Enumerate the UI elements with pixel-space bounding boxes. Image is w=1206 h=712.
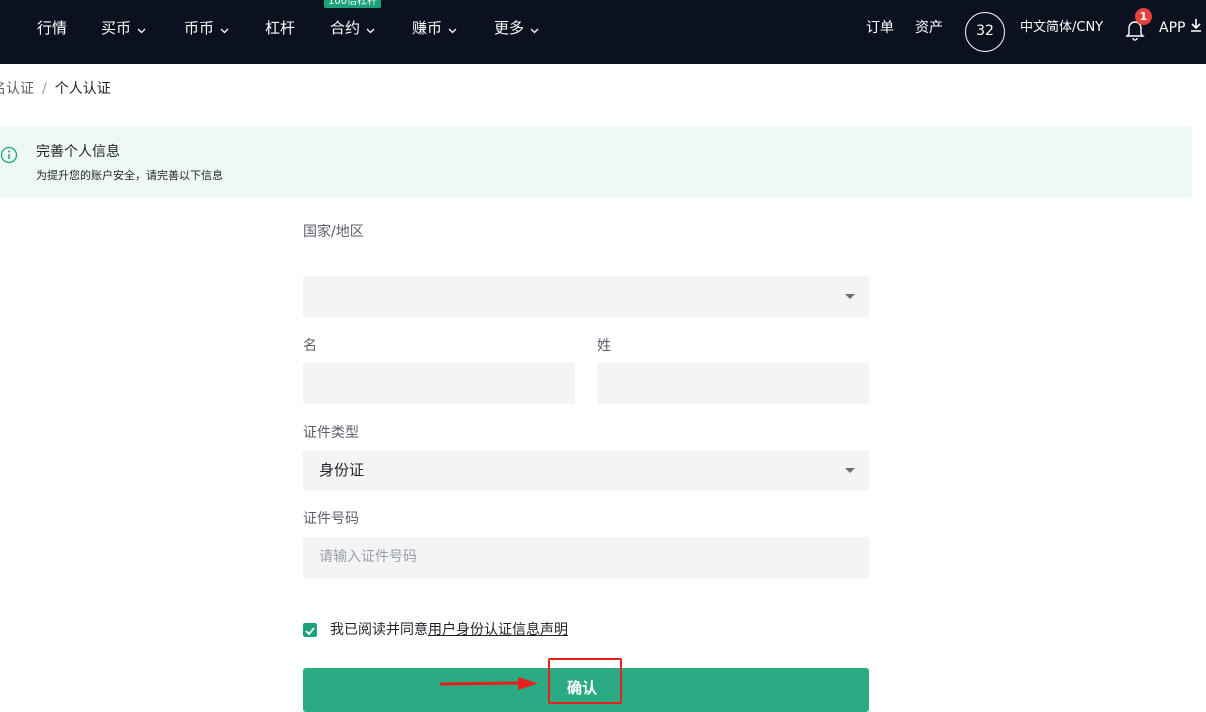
leverage-badge: 100倍杠杆	[324, 0, 382, 8]
language-currency-selector[interactable]: 中文简体/CNY	[1020, 18, 1103, 38]
id-type-select[interactable]: 身份证	[303, 450, 869, 491]
agreement-link[interactable]: 用户身份认证信息声明	[428, 622, 568, 638]
chevron-down-icon	[220, 19, 229, 39]
agreement-prefix: 我已阅读并同意	[330, 622, 428, 638]
country-label: 国家/地区	[303, 224, 364, 240]
first-name-label: 名	[303, 338, 317, 354]
nav-more-label: 更多	[494, 19, 525, 37]
first-name-input[interactable]	[303, 363, 575, 404]
nav-spot[interactable]: 币币	[184, 18, 229, 39]
id-type-label: 证件类型	[303, 425, 359, 441]
chevron-down-icon	[448, 19, 457, 39]
chevron-down-icon	[366, 19, 375, 39]
breadcrumb-current: 个人认证	[54, 81, 111, 97]
nav-spot-label: 币币	[184, 19, 215, 37]
app-download[interactable]: APP	[1159, 18, 1202, 38]
id-type-value: 身份证	[319, 461, 365, 479]
chevron-down-icon	[530, 19, 539, 39]
last-name-label: 姓	[597, 338, 611, 354]
agreement-text: 我已阅读并同意用户身份认证信息声明	[330, 621, 568, 639]
top-navbar: 行情 买币 币币 杠杆 100倍杠杆 合约 赚币 更多 订单 资产 32 中文简…	[0, 0, 1206, 64]
nav-more[interactable]: 更多	[494, 18, 539, 39]
download-icon	[1190, 18, 1202, 38]
alert-description: 为提升您的账户安全，请完善以下信息	[36, 169, 223, 182]
chevron-down-icon	[137, 19, 146, 39]
app-download-label: APP	[1159, 20, 1186, 36]
nav-assets[interactable]: 资产	[915, 18, 943, 38]
caret-down-icon	[845, 294, 855, 299]
user-avatar[interactable]: 32	[965, 12, 1005, 52]
info-alert	[0, 126, 1192, 198]
annotation-highlight-box	[548, 658, 622, 704]
nav-buy-crypto-label: 买币	[101, 19, 132, 37]
nav-market[interactable]: 行情	[37, 18, 67, 38]
nav-futures-label: 合约	[330, 19, 361, 37]
nav-orders[interactable]: 订单	[866, 18, 894, 38]
id-number-input[interactable]: 请输入证件号码	[303, 537, 869, 578]
id-number-label: 证件号码	[303, 511, 359, 527]
annotation-arrow-icon	[438, 676, 542, 692]
last-name-input[interactable]	[597, 363, 869, 404]
nav-earn[interactable]: 赚币	[412, 18, 457, 39]
alert-title: 完善个人信息	[36, 144, 120, 160]
caret-down-icon	[845, 468, 855, 473]
info-icon	[0, 146, 18, 164]
breadcrumb-previous[interactable]: 名认证	[0, 81, 34, 97]
breadcrumb-separator: /	[42, 81, 47, 97]
country-select[interactable]	[303, 276, 869, 317]
breadcrumb: 名认证 / 个人认证	[0, 80, 111, 98]
nav-earn-label: 赚币	[412, 19, 443, 37]
notification-badge: 1	[1135, 8, 1152, 25]
nav-margin[interactable]: 杠杆	[265, 18, 295, 38]
nav-buy-crypto[interactable]: 买币	[101, 18, 146, 39]
nav-futures[interactable]: 合约	[330, 18, 375, 39]
id-number-placeholder: 请输入证件号码	[319, 549, 417, 565]
agree-checkbox[interactable]	[303, 623, 317, 637]
